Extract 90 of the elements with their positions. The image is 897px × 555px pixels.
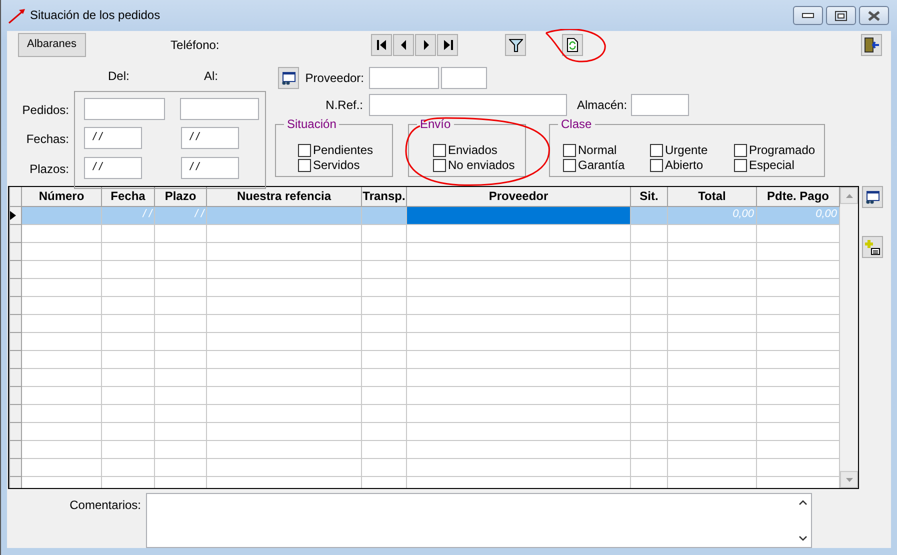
proveedor-name-field[interactable] [441,67,487,89]
checkbox-label: Urgente [665,143,708,158]
checkbox-label: Especial [749,158,794,173]
last-icon [442,39,454,51]
view-table-button[interactable] [862,186,883,208]
comentarios-label: Comentarios: [68,498,141,514]
column-header[interactable]: Total [668,187,756,206]
checkbox[interactable] [433,144,446,157]
add-table-icon [865,240,880,254]
date-field[interactable] [84,98,165,120]
checkbox-label: Servidos [313,158,360,173]
column-header[interactable]: Sit. [630,187,668,206]
table-icon [865,190,880,204]
range-label: Plazos: [28,162,70,176]
checkbox-label: Abierto [665,158,704,173]
column-header[interactable]: Número [22,187,102,206]
minimize-icon [802,12,814,18]
column-header[interactable]: Nuestra refencia [206,187,362,206]
scroll-up-icon [846,194,852,198]
exit-door-icon [864,37,880,53]
row-header[interactable] [10,206,22,224]
maximize-button[interactable] [826,6,856,25]
date-field[interactable]: / / [181,127,239,150]
del-label: Del: [107,69,130,85]
column-header[interactable]: Transp. [362,187,406,206]
almacen-field[interactable] [631,94,690,116]
filter-icon [508,38,523,52]
scroll-down-icon [846,478,852,482]
refresh-document-icon [567,38,578,52]
proveedor-field[interactable] [369,67,439,89]
filter-button[interactable] [505,34,526,56]
scroll-down-icon [799,536,807,541]
checkbox[interactable] [650,159,663,172]
group-title: Envío [417,117,454,132]
proveedor-label: Proveedor: [305,70,364,86]
checkbox-label: Enviados [448,143,498,158]
date-field[interactable]: / / [84,156,142,179]
exit-button[interactable] [861,34,882,56]
checkbox-label: Garantía [578,158,625,173]
proveedor-lookup-button[interactable] [278,67,299,89]
date-field[interactable] [180,98,259,120]
nref-label: N.Ref.: [326,98,363,112]
checkbox[interactable] [563,159,576,172]
refresh-button[interactable] [562,34,584,56]
group-title: Situación [284,117,340,132]
checkbox[interactable] [563,144,576,157]
app-icon [8,8,26,24]
checkbox[interactable] [298,159,311,172]
minimize-button[interactable] [793,6,823,25]
table-cell: / / [154,206,206,224]
comments-field[interactable] [146,493,812,548]
next-record-button[interactable] [415,34,436,56]
scrollbar[interactable] [840,187,858,488]
checkbox-label: Pendientes [313,143,374,158]
range-label: Pedidos: [21,102,70,118]
al-label: Al: [203,69,220,85]
table-cell: 0,00 [668,206,756,224]
table-cell: 0,00 [756,206,840,224]
table-cell: / / [102,206,154,224]
checkbox-label: Programado [749,143,816,158]
checkbox[interactable] [433,159,446,172]
last-record-button[interactable] [437,34,458,56]
nref-field[interactable] [369,94,567,116]
first-icon [376,39,388,51]
scroll-up-icon [799,500,807,505]
first-record-button[interactable] [371,34,392,56]
checkbox-label: Normal [578,143,617,158]
albaranes-button[interactable]: Albaranes [18,33,86,57]
range-label: Fechas: [25,132,70,147]
checkbox[interactable] [298,144,311,157]
almacen-label: Almacén: [577,98,628,112]
maximize-icon [835,10,847,20]
column-header[interactable]: Plazo [154,187,206,206]
date-field[interactable]: / / [84,127,142,150]
window-title: Situación de los pedidos [30,8,160,23]
checkbox[interactable] [650,144,663,157]
previous-record-button[interactable] [393,34,414,56]
close-button[interactable] [859,6,889,25]
column-header[interactable]: Pdte. Pago [756,187,840,206]
column-header[interactable]: Fecha [102,187,154,206]
checkbox[interactable] [734,159,747,172]
column-header[interactable]: Proveedor [406,187,630,206]
close-icon [867,10,881,20]
checkbox[interactable] [734,144,747,157]
table-icon [281,72,296,84]
telefono-label: Teléfono: [170,38,220,52]
add-row-button[interactable] [862,236,883,258]
checkbox-label: No enviados [448,158,515,173]
group-title: Clase [558,117,595,132]
date-field[interactable]: / / [181,156,239,179]
